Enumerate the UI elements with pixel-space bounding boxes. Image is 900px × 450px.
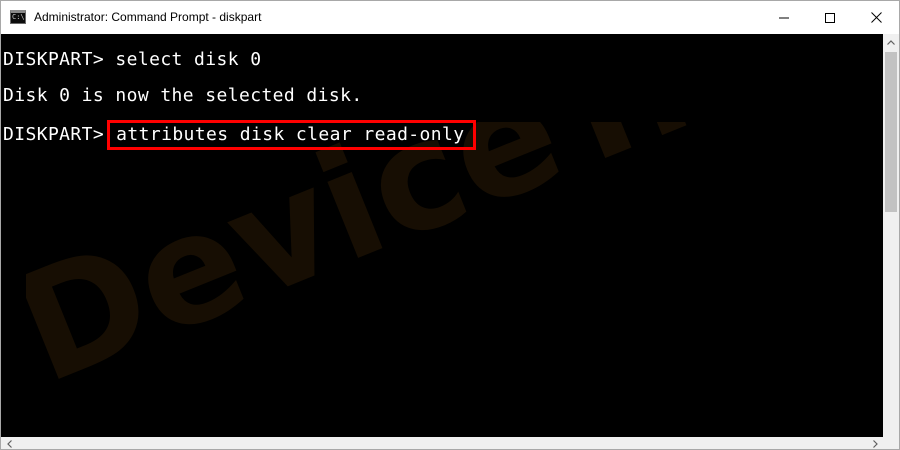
chevron-up-icon <box>887 40 895 45</box>
command-text: select disk 0 <box>104 49 262 70</box>
close-button[interactable] <box>853 1 899 34</box>
console-line-output: Disk 0 is now the selected disk. <box>3 84 363 108</box>
vertical-scrollbar[interactable] <box>883 34 899 437</box>
scroll-right-button[interactable] <box>867 437 883 449</box>
maximize-button[interactable] <box>807 1 853 34</box>
close-icon <box>870 12 882 23</box>
chevron-right-icon <box>872 439 878 448</box>
console-line-select: DISKPART> select disk 0 <box>3 48 261 72</box>
watermark-text: DeviceTricks <box>26 122 883 402</box>
watermark-logo: DeviceTricks <box>26 122 883 402</box>
horizontal-scrollbar[interactable] <box>1 437 899 449</box>
scrollbar-corner <box>883 437 899 449</box>
chevron-left-icon <box>6 439 12 448</box>
title-bar[interactable]: C:\ Administrator: Command Prompt - disk… <box>1 1 899 34</box>
scroll-left-button[interactable] <box>1 437 17 449</box>
console-line-attributes: DISKPART> attributes disk clear read-only <box>3 120 476 150</box>
command-prompt-window: C:\ Administrator: Command Prompt - disk… <box>0 0 900 450</box>
output-text: Disk 0 is now the selected disk. <box>3 85 363 106</box>
window-title: Administrator: Command Prompt - diskpart <box>34 10 262 24</box>
prompt: DISKPART> <box>3 124 105 145</box>
highlighted-command: attributes disk clear read-only <box>107 120 476 150</box>
minimize-button[interactable] <box>761 1 807 34</box>
scroll-up-button[interactable] <box>883 34 899 51</box>
minimize-icon <box>779 17 789 18</box>
prompt: DISKPART> <box>3 49 105 70</box>
console-output[interactable]: DeviceTricks DISKPART> select disk 0 Dis… <box>1 34 883 437</box>
maximize-icon <box>825 12 835 23</box>
cmd-icon: C:\ <box>10 10 26 24</box>
vertical-scroll-thumb[interactable] <box>885 52 897 212</box>
